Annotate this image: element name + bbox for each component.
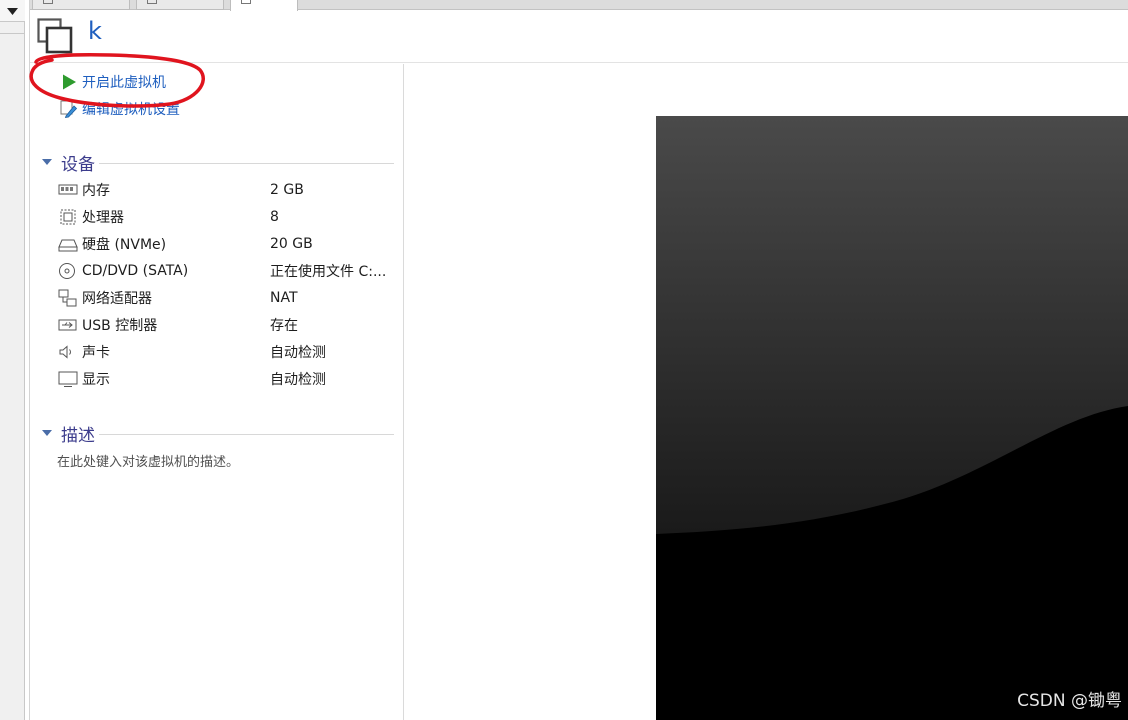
device-row-sound-card[interactable]: 声卡 自动检测: [58, 339, 398, 365]
devices-section-title: 设备: [61, 154, 95, 175]
library-dropdown-button[interactable]: [0, 0, 25, 22]
section-divider: [99, 433, 394, 435]
vm-screen-thumbnail[interactable]: CSDN @锄粤: [656, 116, 1128, 720]
device-value: 8: [270, 209, 279, 225]
edit-settings-button[interactable]: 编辑虚拟机设置: [60, 98, 180, 120]
section-divider: [99, 162, 394, 164]
vm-tab-icon: [241, 0, 251, 4]
device-name: 处理器: [82, 210, 124, 226]
divider: [0, 33, 25, 34]
description-section-title: 描述: [61, 425, 95, 446]
device-value: 自动检测: [270, 372, 326, 388]
device-value: 存在: [270, 318, 298, 334]
device-name: 声卡: [82, 345, 110, 361]
collapse-triangle-icon[interactable]: [42, 159, 52, 165]
collapse-triangle-icon[interactable]: [42, 430, 52, 436]
device-name: CD/DVD (SATA): [82, 263, 189, 279]
device-row-memory[interactable]: 内存 2 GB: [58, 177, 398, 203]
device-row-cd-dvd[interactable]: CD/DVD (SATA) 正在使用文件 C:...: [58, 258, 398, 284]
vm-title: k: [88, 17, 102, 45]
watermark-text: CSDN @锄粤: [1017, 691, 1122, 711]
edit-settings-icon: [60, 100, 78, 118]
device-value: 2 GB: [270, 182, 304, 198]
edit-settings-label: 编辑虚拟机设置: [82, 102, 180, 118]
tab-vm-other[interactable]: [136, 0, 224, 10]
vm-tab-icon: [147, 0, 157, 4]
device-row-display[interactable]: 显示 自动检测: [58, 366, 398, 392]
device-row-usb[interactable]: USB 控制器 存在: [58, 312, 398, 338]
description-field[interactable]: 在此处键入对该虚拟机的描述。: [57, 451, 239, 470]
chevron-down-icon: [7, 8, 18, 15]
device-row-processor[interactable]: 处理器 8: [58, 204, 398, 230]
vm-header: k: [30, 11, 1128, 63]
virtual-machine-icon: [37, 18, 73, 54]
network-adapter-icon: [58, 289, 77, 307]
device-name: 硬盘 (NVMe): [82, 237, 167, 253]
sound-card-icon: [59, 345, 71, 359]
usb-icon: [58, 319, 77, 331]
tab-strip: [30, 0, 1128, 11]
power-on-button[interactable]: 开启此虚拟机: [60, 71, 166, 93]
device-name: 显示: [82, 372, 110, 388]
hard-disk-icon: [58, 239, 78, 252]
tab-home[interactable]: [32, 0, 130, 10]
device-value: 自动检测: [270, 345, 326, 361]
device-value: 20 GB: [270, 236, 313, 252]
description-section-header: 描述: [42, 422, 394, 446]
processor-icon: [60, 209, 76, 225]
memory-icon: [58, 184, 78, 195]
device-row-network-adapter[interactable]: 网络适配器 NAT: [58, 285, 398, 311]
device-name: 内存: [82, 183, 110, 199]
devices-section-header: 设备: [42, 151, 394, 175]
home-icon: [43, 0, 53, 4]
play-icon: [63, 74, 76, 90]
tab-vm-k[interactable]: [230, 0, 298, 11]
display-icon: [58, 371, 78, 387]
library-strip: [0, 0, 25, 720]
device-row-hard-disk[interactable]: 硬盘 (NVMe) 20 GB: [58, 231, 398, 257]
device-name: 网络适配器: [82, 291, 152, 307]
cd-dvd-icon: [59, 263, 75, 279]
device-name: USB 控制器: [82, 318, 158, 334]
vm-screen-gloss: [656, 116, 1128, 720]
power-on-label: 开启此虚拟机: [82, 75, 166, 91]
device-value: 正在使用文件 C:...: [270, 264, 387, 280]
device-value: NAT: [270, 290, 298, 306]
vm-details-panel: 开启此虚拟机 编辑虚拟机设置 设备 内存 2 GB 处理器 8 硬盘 (NVMe…: [30, 64, 404, 720]
